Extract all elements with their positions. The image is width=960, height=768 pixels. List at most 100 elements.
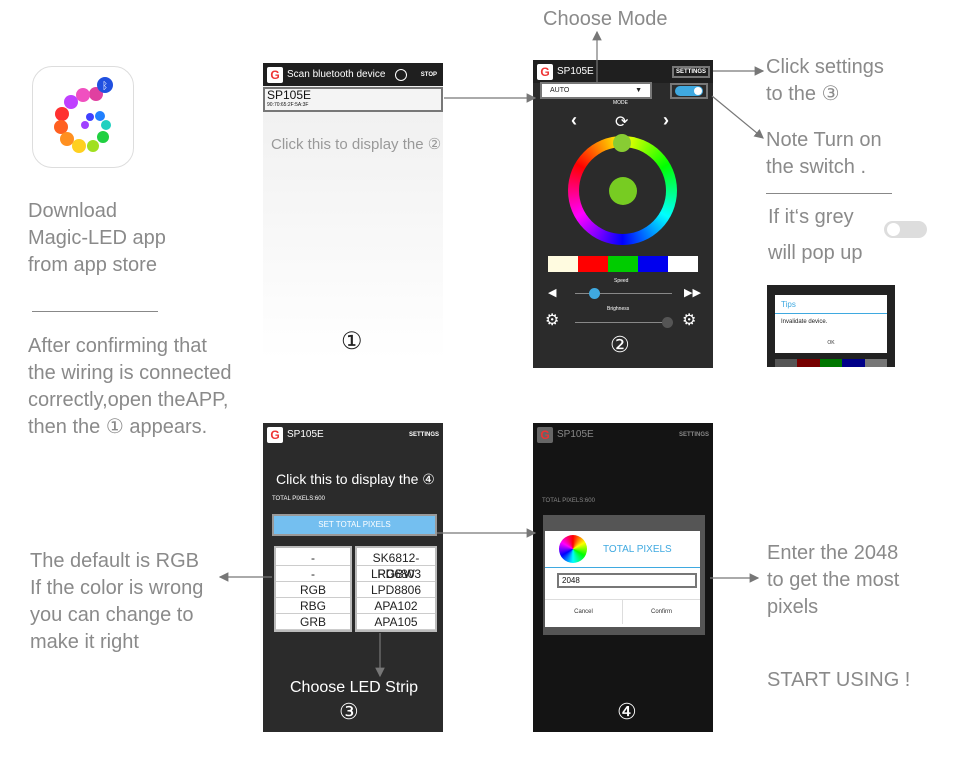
enter-note: Enter the 2048 to get the most pixels bbox=[767, 540, 899, 621]
speed-slider[interactable] bbox=[575, 288, 672, 299]
brightness-label: Brighness bbox=[607, 306, 630, 312]
color-swatch[interactable] bbox=[548, 256, 578, 272]
app-logo-icon: G bbox=[267, 66, 283, 83]
color-swatch[interactable] bbox=[578, 256, 608, 272]
next-mode-button[interactable]: › bbox=[663, 110, 669, 131]
brightness-slider[interactable] bbox=[575, 317, 674, 328]
power-toggle[interactable] bbox=[670, 83, 708, 99]
dropdown-arrow-icon: ▼ bbox=[635, 87, 642, 94]
default-rgb-note: The default is RGB If the color is wrong… bbox=[30, 548, 203, 656]
divider bbox=[766, 193, 892, 194]
header-title: SP105E bbox=[557, 429, 594, 440]
tips-popup-screenshot: Tips Invalidate device. OK bbox=[767, 285, 895, 367]
prev-mode-button[interactable]: ‹ bbox=[571, 110, 577, 131]
color-order-item[interactable]: RBG bbox=[276, 598, 350, 614]
mode-select[interactable]: AUTO ▼ bbox=[540, 82, 652, 99]
color-swatches bbox=[548, 256, 698, 272]
text-line: Magic-LED app bbox=[28, 227, 166, 249]
led-strip-item[interactable]: LPD6803 bbox=[357, 566, 435, 582]
header-title: SP105E bbox=[287, 429, 324, 440]
app-header: G SP105E SETTINGS bbox=[533, 60, 713, 83]
app-header: G Scan bluetooth device STOP bbox=[263, 63, 443, 86]
tips-ok-button[interactable]: OK bbox=[775, 340, 887, 346]
download-note: Download Magic-LED app from app store bbox=[28, 198, 166, 279]
step-badge: ④ bbox=[617, 699, 637, 724]
color-wheel[interactable] bbox=[568, 134, 677, 245]
color-order-list[interactable]: - - RGB RBG GRB bbox=[274, 546, 352, 632]
color-swatch[interactable] bbox=[638, 256, 668, 272]
step-badge: ③ bbox=[339, 699, 359, 724]
slower-button[interactable]: ◀ bbox=[548, 286, 556, 299]
hint-text: Click this to display the ④ bbox=[276, 471, 435, 487]
led-strip-item[interactable]: APA102 bbox=[357, 598, 435, 614]
divider bbox=[32, 311, 158, 312]
device-name: SP105E bbox=[267, 88, 312, 102]
faster-button[interactable]: ▶▶ bbox=[684, 286, 701, 299]
total-pixels-input[interactable]: 2048 bbox=[557, 573, 697, 588]
text-line: If the color is wrong bbox=[30, 577, 204, 599]
app-logo-icon: G bbox=[537, 426, 553, 443]
device-row[interactable]: SP105E 90:70:65:2F:5A:3F bbox=[263, 87, 443, 112]
color-swatch[interactable] bbox=[608, 256, 638, 272]
popup-note: will pop up bbox=[768, 242, 863, 264]
arrow bbox=[711, 95, 764, 139]
led-strip-list[interactable]: SK6812-RGBW LPD6803 LPD8806 APA102 APA105 bbox=[355, 546, 437, 632]
start-using-label: START USING ! bbox=[767, 669, 911, 691]
dialog-title: TOTAL PIXELS bbox=[603, 543, 672, 555]
mode-label: MODE bbox=[613, 100, 628, 106]
screen-total-pixels: G SP105E SETTINGS TOTAL PIXELS:600 TOTAL… bbox=[533, 423, 713, 732]
color-swatch[interactable] bbox=[668, 256, 698, 272]
refresh-icon[interactable]: ⟳ bbox=[615, 112, 628, 132]
text-line: The default is RGB bbox=[30, 550, 199, 572]
magic-led-logo-icon: ᛒ bbox=[54, 77, 113, 153]
step-badge: ② bbox=[610, 332, 630, 357]
brightness-low-icon: ⚙ bbox=[545, 312, 560, 329]
app-logo-icon bbox=[559, 535, 587, 563]
stop-button[interactable]: STOP bbox=[421, 72, 437, 78]
led-strip-item[interactable]: LPD8806 bbox=[357, 582, 435, 598]
settings-note: Click settings to the ③ bbox=[766, 54, 884, 108]
settings-button[interactable]: SETTINGS bbox=[409, 432, 439, 438]
total-pixels-label: TOTAL PIXELS:600 bbox=[542, 498, 595, 504]
settings-button[interactable]: SETTINGS bbox=[679, 432, 709, 438]
text-line: Enter the 2048 bbox=[767, 542, 899, 564]
settings-button[interactable]: SETTINGS bbox=[671, 65, 710, 78]
cancel-button[interactable]: Cancel bbox=[545, 599, 623, 624]
color-order-item[interactable]: GRB bbox=[276, 614, 350, 630]
color-order-item[interactable]: - bbox=[276, 566, 350, 582]
color-wheel-handle[interactable] bbox=[613, 134, 631, 152]
device-mac: 90:70:65:2F:5A:3F bbox=[267, 102, 309, 108]
text-line: Download bbox=[28, 200, 117, 222]
choose-mode-label: Choose Mode bbox=[543, 8, 668, 30]
led-strip-item[interactable]: SK6812-RGBW bbox=[357, 550, 435, 581]
text-line: Note Turn on bbox=[766, 129, 882, 151]
text-line: correctly,open theAPP, bbox=[28, 389, 229, 411]
color-order-item[interactable]: RGB bbox=[276, 582, 350, 598]
switch-note: Note Turn on the switch . bbox=[766, 127, 882, 181]
grey-toggle bbox=[884, 221, 927, 238]
app-logo-icon: G bbox=[267, 426, 283, 443]
tips-title: Tips bbox=[775, 295, 887, 314]
confirm-button[interactable]: Confirm bbox=[623, 609, 700, 615]
text-line: you can change to bbox=[30, 604, 194, 626]
screen-settings: G SP105E SETTINGS Click this to display … bbox=[263, 423, 443, 732]
set-total-pixels-button[interactable]: SET TOTAL PIXELS bbox=[272, 514, 437, 536]
brightness-high-icon: ⚙ bbox=[682, 312, 697, 329]
led-strip-item[interactable]: APA105 bbox=[357, 614, 435, 630]
app-logo-icon: G bbox=[537, 63, 553, 80]
scanning-spinner-icon bbox=[394, 68, 407, 81]
confirm-note: After confirming that the wiring is conn… bbox=[28, 333, 231, 441]
svg-text:ᛒ: ᛒ bbox=[102, 81, 108, 92]
header-title: SP105E bbox=[557, 66, 594, 77]
total-pixels-label: TOTAL PIXELS:600 bbox=[272, 496, 325, 502]
text-line: Click settings bbox=[766, 56, 884, 78]
text-line: pixels bbox=[767, 596, 819, 618]
text-line: make it right bbox=[30, 631, 139, 653]
text-line: the wiring is connected bbox=[28, 362, 232, 384]
color-order-item[interactable]: - bbox=[276, 550, 350, 566]
step-badge: ① bbox=[341, 328, 363, 355]
text-line: from app store bbox=[28, 254, 157, 276]
text-line: to get the most bbox=[767, 569, 900, 591]
app-header: G SP105E SETTINGS bbox=[263, 423, 443, 446]
tips-message: Invalidate device. bbox=[781, 319, 828, 325]
